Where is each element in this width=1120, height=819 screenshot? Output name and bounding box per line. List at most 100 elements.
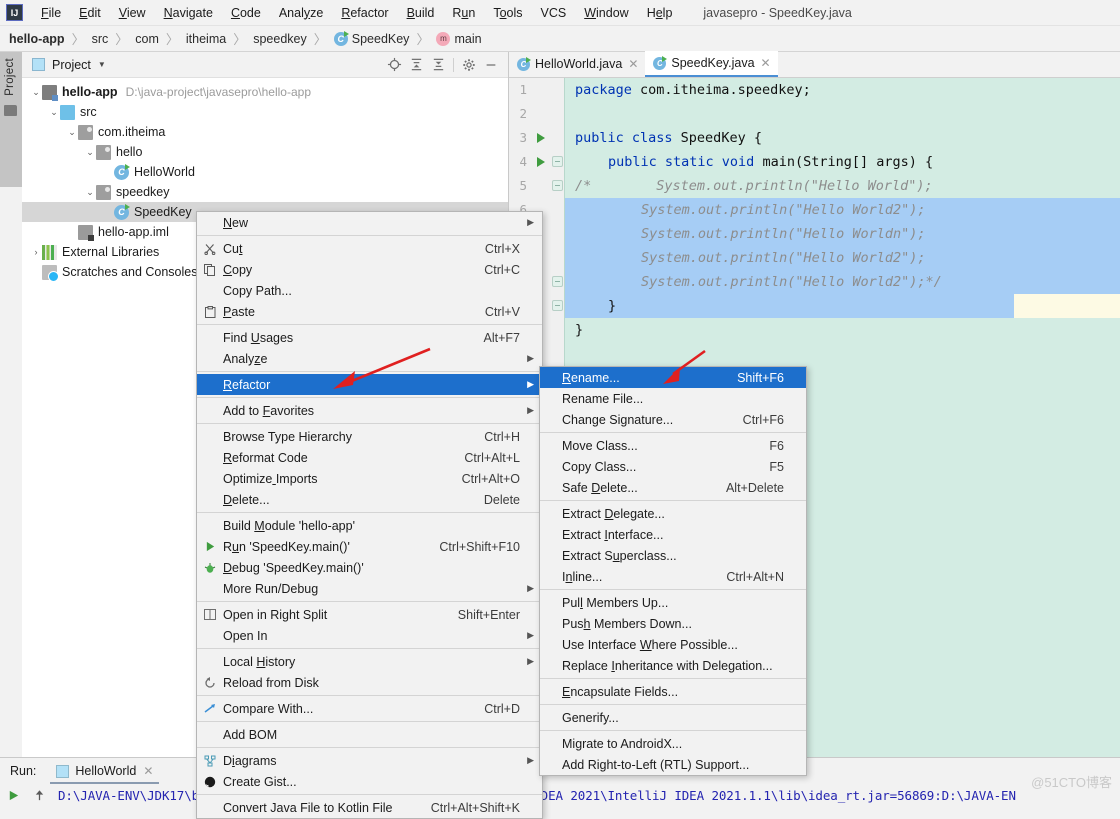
breadcrumb-item-speedkey[interactable]: speedkey (253, 32, 307, 46)
menu-item-open-in-right-split[interactable]: Open in Right Split Shift+Enter (197, 604, 542, 625)
close-icon[interactable]: ✕ (761, 56, 771, 70)
menu-item-use-interface-where-possible[interactable]: Use Interface Where Possible... (540, 634, 806, 655)
menu-item-safe-delete[interactable]: Safe Delete... Alt+Delete (540, 477, 806, 498)
menu-item-add-to-favorites[interactable]: Add to Favorites ▶ (197, 400, 542, 421)
chevron-toggle-icon[interactable]: ⌄ (84, 147, 96, 158)
menu-item-copy-path[interactable]: Copy Path... (197, 280, 542, 301)
locate-icon[interactable] (383, 54, 405, 76)
expand-all-icon[interactable] (405, 54, 427, 76)
menu-item-extract-superclass[interactable]: Extract Superclass... (540, 545, 806, 566)
menu-item-more-run-debug[interactable]: More Run/Debug ▶ (197, 578, 542, 599)
menu-item-browse-type-hierarchy[interactable]: Browse Type Hierarchy Ctrl+H (197, 426, 542, 447)
menu-item-inline[interactable]: Inline... Ctrl+Alt+N (540, 566, 806, 587)
menu-item-replace-inheritance-with-delegation[interactable]: Replace Inheritance with Delegation... (540, 655, 806, 676)
menu-item-create-gist[interactable]: Create Gist... (197, 771, 542, 792)
menu-refactor[interactable]: Refactor (332, 3, 397, 23)
menu-item-build-module-hello-app[interactable]: Build Module 'hello-app' (197, 515, 542, 536)
menu-view[interactable]: View (110, 3, 155, 23)
breadcrumb-item-itheima[interactable]: itheima (186, 32, 226, 46)
chevron-toggle-icon[interactable]: › (30, 247, 42, 257)
menu-item-refactor[interactable]: Refactor ▶ (197, 374, 542, 395)
menu-item-paste[interactable]: Paste Ctrl+V (197, 301, 542, 322)
rerun-icon[interactable] (0, 784, 26, 807)
breadcrumb-item-speedkey[interactable]: C SpeedKey (333, 30, 409, 46)
menu-item-local-history[interactable]: Local History ▶ (197, 651, 542, 672)
menu-item-add-bom[interactable]: Add BOM (197, 724, 542, 745)
tree-node-src[interactable]: ⌄ src (22, 102, 508, 122)
menu-navigate[interactable]: Navigate (155, 3, 222, 23)
tool-strip-project-label[interactable]: Project (4, 58, 16, 96)
editor-tab-helloworld-java[interactable]: C HelloWorld.java ✕ (509, 51, 645, 77)
menu-run[interactable]: Run (443, 3, 484, 23)
close-icon[interactable]: ✕ (143, 764, 153, 778)
menu-edit[interactable]: Edit (70, 3, 110, 23)
tree-node-hello[interactable]: ⌄ hello (22, 142, 508, 162)
run-gutter-icon[interactable] (537, 133, 545, 143)
menu-item-copy[interactable]: Copy Ctrl+C (197, 259, 542, 280)
tree-node-helloworld[interactable]: C HelloWorld (22, 162, 508, 182)
menu-file[interactable]: File (32, 3, 70, 23)
menu-build[interactable]: Build (398, 3, 444, 23)
menu-item-diagrams[interactable]: Diagrams ▶ (197, 750, 542, 771)
context-menu[interactable]: New ▶ Cut Ctrl+X Copy Ctrl+C Copy Path... Paste… (196, 211, 543, 819)
menu-item-delete[interactable]: Delete... Delete (197, 489, 542, 510)
tree-node-hello-app[interactable]: ⌄ hello-app D:\java-project\javasepro\hell… (22, 82, 508, 102)
menu-item-find-usages[interactable]: Find Usages Alt+F7 (197, 327, 542, 348)
menu-item-move-class[interactable]: Move Class... F6 (540, 435, 806, 456)
chevron-toggle-icon[interactable]: ⌄ (84, 187, 96, 198)
menu-item-reformat-code[interactable]: Reformat Code Ctrl+Alt+L (197, 447, 542, 468)
menu-item-optimize-imports[interactable]: Optimize Imports Ctrl+Alt+O (197, 468, 542, 489)
editor-tab-speedkey-java[interactable]: C SpeedKey.java ✕ (645, 51, 778, 77)
run-tab-helloworld[interactable]: HelloWorld ✕ (50, 758, 160, 784)
breadcrumb-item-hello-app[interactable]: hello-app (9, 32, 65, 46)
menu-analyze[interactable]: Analyze (270, 3, 332, 23)
menu-item-cut[interactable]: Cut Ctrl+X (197, 238, 542, 259)
project-panel-title[interactable]: Project (52, 58, 91, 72)
code-fold-icon[interactable] (552, 300, 563, 311)
menu-item-rename-file[interactable]: Rename File... (540, 388, 806, 409)
collapse-all-icon[interactable] (427, 54, 449, 76)
chevron-down-icon[interactable]: ▼ (98, 60, 106, 69)
menu-vcs[interactable]: VCS (532, 3, 576, 23)
menu-window[interactable]: Window (575, 3, 637, 23)
menu-item-compare-with[interactable]: Compare With... Ctrl+D (197, 698, 542, 719)
menu-item-generify[interactable]: Generify... (540, 707, 806, 728)
menu-item-add-right-to-left-rtl-support[interactable]: Add Right-to-Left (RTL) Support... (540, 754, 806, 775)
code-fold-icon[interactable] (552, 276, 563, 287)
breadcrumb-item-com[interactable]: com (135, 32, 159, 46)
menu-item-new[interactable]: New ▶ (197, 212, 542, 233)
menu-item-run-speedkey-main[interactable]: Run 'SpeedKey.main()' Ctrl+Shift+F10 (197, 536, 542, 557)
menu-item-debug-speedkey-main[interactable]: Debug 'SpeedKey.main()' (197, 557, 542, 578)
menu-code[interactable]: Code (222, 3, 270, 23)
settings-gear-icon[interactable] (458, 54, 480, 76)
run-gutter-icon[interactable] (537, 157, 545, 167)
menu-help[interactable]: Help (638, 3, 682, 23)
menu-item-analyze[interactable]: Analyze ▶ (197, 348, 542, 369)
menu-tools[interactable]: Tools (484, 3, 531, 23)
menu-item-convert-java-file-to-kotlin-file[interactable]: Convert Java File to Kotlin File Ctrl+Alt… (197, 797, 542, 818)
menu-item-open-in[interactable]: Open In ▶ (197, 625, 542, 646)
code-fold-icon[interactable] (552, 156, 563, 167)
menu-item-rename[interactable]: Rename... Shift+F6 (540, 367, 806, 388)
menu-item-extract-delegate[interactable]: Extract Delegate... (540, 503, 806, 524)
chevron-toggle-icon[interactable]: ⌄ (66, 127, 78, 138)
menu-item-copy-class[interactable]: Copy Class... F5 (540, 456, 806, 477)
refactor-submenu[interactable]: Rename... Shift+F6 Rename File... Change Si… (539, 366, 807, 776)
chevron-toggle-icon[interactable]: ⌄ (48, 107, 60, 118)
code-fold-icon[interactable] (552, 180, 563, 191)
close-icon[interactable]: ✕ (628, 57, 638, 71)
menu-item-extract-interface[interactable]: Extract Interface... (540, 524, 806, 545)
menu-item-change-signature[interactable]: Change Signature... Ctrl+F6 (540, 409, 806, 430)
breadcrumb-item-main[interactable]: m main (436, 31, 482, 46)
tree-node-speedkey[interactable]: ⌄ speedkey (22, 182, 508, 202)
hide-panel-icon[interactable] (480, 54, 502, 76)
menu-item-migrate-to-androidx[interactable]: Migrate to AndroidX... (540, 733, 806, 754)
chevron-toggle-icon[interactable]: ⌄ (30, 87, 42, 98)
menu-item-push-members-down[interactable]: Push Members Down... (540, 613, 806, 634)
menu-item-pull-members-up[interactable]: Pull Members Up... (540, 592, 806, 613)
scroll-up-icon[interactable] (26, 784, 52, 807)
breadcrumb-item-src[interactable]: src (92, 32, 109, 46)
menu-item-encapsulate-fields[interactable]: Encapsulate Fields... (540, 681, 806, 702)
tree-node-com-itheima[interactable]: ⌄ com.itheima (22, 122, 508, 142)
menu-item-reload-from-disk[interactable]: Reload from Disk (197, 672, 542, 693)
